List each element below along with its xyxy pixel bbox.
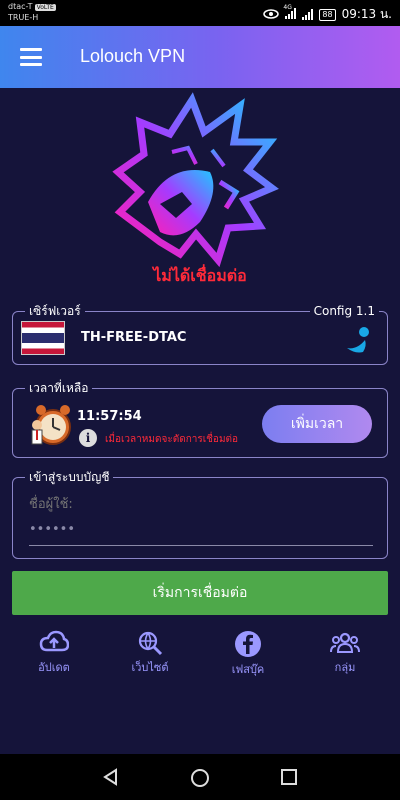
connect-button[interactable]: เริ่มการเชื่อมต่อ (12, 571, 388, 615)
nav-group[interactable]: กลุ่ม (305, 624, 385, 676)
system-nav-bar (0, 754, 400, 800)
server-panel[interactable]: เซิร์ฟเวอร์ Config 1.1 TH-FREE-DTAC (12, 303, 388, 365)
battery-icon: 88 (319, 8, 336, 21)
bottom-nav: อัปเดต เว็บไซต์ เฟสบุ๊ค กลุ่ม (0, 624, 400, 684)
login-panel: เข้าสู่ระบบบัญชี •••••• (12, 469, 388, 559)
network-type: 4G (283, 3, 292, 11)
signal-icon-secondary (302, 9, 314, 20)
username-input[interactable] (29, 492, 373, 516)
clock: 09:13 น. (341, 7, 392, 21)
app-bar: Lolouch VPN (0, 26, 400, 88)
status-bar: dtac-T VoLTE TRUE-H 4G 88 09:13 น. (0, 0, 400, 26)
time-legend: เวลาที่เหลือ (25, 380, 93, 396)
password-field[interactable]: •••••• (29, 522, 373, 546)
nav-website-label: เว็บไซต์ (131, 661, 169, 674)
nav-update[interactable]: อัปเดต (14, 624, 94, 676)
nav-facebook-label: เฟสบุ๊ค (231, 663, 265, 676)
cloud-upload-icon (39, 630, 69, 652)
config-label: Config 1.1 (309, 303, 379, 319)
add-time-button[interactable]: เพิ่มเวลา (262, 405, 372, 443)
app-title: Lolouch VPN (80, 46, 186, 66)
facebook-icon (235, 631, 261, 657)
server-name: TH-FREE-DTAC (81, 330, 187, 345)
nav-update-label: อัปเดต (38, 661, 70, 674)
time-remaining-panel: เวลาที่เหลือ 11:57:54 i เมื่อเวลาหมดจะตั… (12, 380, 388, 458)
dtac-logo-icon (345, 324, 375, 354)
wolf-logo (100, 92, 280, 268)
connection-status: ไม่ได้เชื่อมต่อ (153, 266, 247, 285)
home-icon[interactable] (190, 768, 210, 788)
nav-facebook[interactable]: เฟสบุ๊ค (208, 624, 288, 678)
nav-website[interactable]: เว็บไซต์ (110, 624, 190, 676)
globe-search-icon (138, 631, 163, 656)
alarm-clock-icon (25, 401, 73, 449)
carrier-info: dtac-T VoLTE TRUE-H (8, 2, 56, 23)
signal-icon: 4G (283, 4, 297, 22)
back-icon[interactable] (102, 768, 120, 786)
thailand-flag-icon (21, 321, 65, 355)
menu-icon[interactable] (20, 48, 42, 66)
info-icon[interactable]: i (79, 429, 97, 447)
remaining-time: 11:57:54 (77, 409, 142, 424)
timeout-warning: เมื่อเวลาหมดจะตัดการเชื่อมต่อ (105, 434, 239, 445)
carrier-name: dtac-T (8, 2, 33, 11)
nav-group-label: กลุ่ม (334, 661, 356, 674)
eye-icon (263, 8, 280, 22)
recents-icon[interactable] (280, 768, 298, 786)
login-legend: เข้าสู่ระบบบัญชี (25, 469, 114, 485)
group-icon (330, 632, 360, 653)
server-legend: เซิร์ฟเวอร์ (25, 303, 85, 319)
carrier-name-secondary: TRUE-H (8, 13, 39, 22)
volte-badge: VoLTE (34, 4, 56, 11)
